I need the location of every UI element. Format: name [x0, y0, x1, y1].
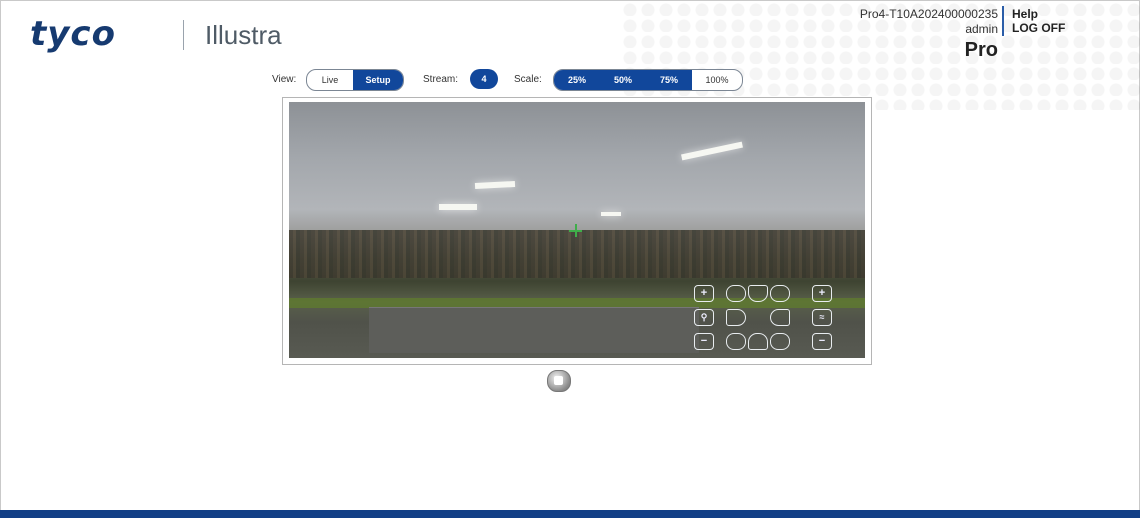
scale-75-button[interactable]: 75%: [646, 70, 692, 90]
footer-bar: [0, 510, 1140, 518]
zoom-in-right-icon[interactable]: +: [812, 285, 832, 302]
logoff-link[interactable]: LOG OFF: [1012, 21, 1065, 35]
logo-divider: [183, 20, 184, 50]
focus-near-icon[interactable]: [726, 333, 746, 350]
stop-icon[interactable]: [547, 370, 571, 392]
pan-right-icon[interactable]: [770, 309, 790, 326]
zoom-out-right-icon[interactable]: −: [812, 333, 832, 350]
header-divider: [1002, 6, 1004, 36]
view-live-button[interactable]: Live: [307, 70, 353, 90]
scale-label: Scale:: [514, 74, 542, 85]
live-video[interactable]: + + ⚲ ≈ − −: [289, 102, 865, 358]
pan-down-icon[interactable]: [748, 333, 768, 350]
device-model: Pro: [964, 39, 998, 61]
zoom-in-icon[interactable]: +: [694, 285, 714, 302]
help-link[interactable]: Help: [1012, 7, 1038, 21]
view-label: View:: [272, 74, 297, 85]
illustra-logo: Illustra: [205, 20, 282, 50]
device-info: Pro4-T10A202400000235 admin Pro: [860, 7, 998, 61]
center-crosshair-icon: [569, 224, 582, 237]
zoom-out-icon[interactable]: −: [694, 333, 714, 350]
scale-toggle: 25% 50% 75% 100%: [553, 69, 743, 91]
focus-far-icon[interactable]: [770, 333, 790, 350]
view-toggle: Live Setup: [306, 69, 404, 91]
scale-100-button[interactable]: 100%: [692, 70, 742, 90]
tyco-logo: tyco: [30, 14, 116, 54]
scale-25-button[interactable]: 25%: [554, 70, 600, 90]
ceiling-light: [474, 180, 516, 190]
stream-label: Stream:: [423, 74, 459, 85]
device-name: Pro4-T10A202400000235: [859, 7, 998, 21]
parking-lot: [369, 307, 699, 353]
iris-close-icon[interactable]: [770, 285, 790, 302]
username: admin: [965, 22, 998, 36]
ceiling-light: [439, 204, 477, 210]
toolbar: View: Live Setup Stream: 4 Scale: 25% 50…: [0, 69, 1140, 91]
view-setup-button[interactable]: Setup: [353, 70, 403, 90]
tree-line: [289, 230, 865, 278]
ptz-controls: + + ⚲ ≈ − −: [694, 285, 834, 351]
ceiling-light: [601, 212, 621, 216]
pan-up-icon[interactable]: [748, 285, 768, 302]
preset-icon[interactable]: ≈: [812, 309, 832, 326]
video-panel: + + ⚲ ≈ − −: [282, 97, 872, 365]
ceiling-light: [681, 141, 743, 161]
stream-select[interactable]: 4: [470, 69, 498, 89]
scale-50-button[interactable]: 50%: [600, 70, 646, 90]
magnify-icon[interactable]: ⚲: [694, 309, 714, 326]
iris-open-icon[interactable]: [726, 285, 746, 302]
pan-left-icon[interactable]: [726, 309, 746, 326]
